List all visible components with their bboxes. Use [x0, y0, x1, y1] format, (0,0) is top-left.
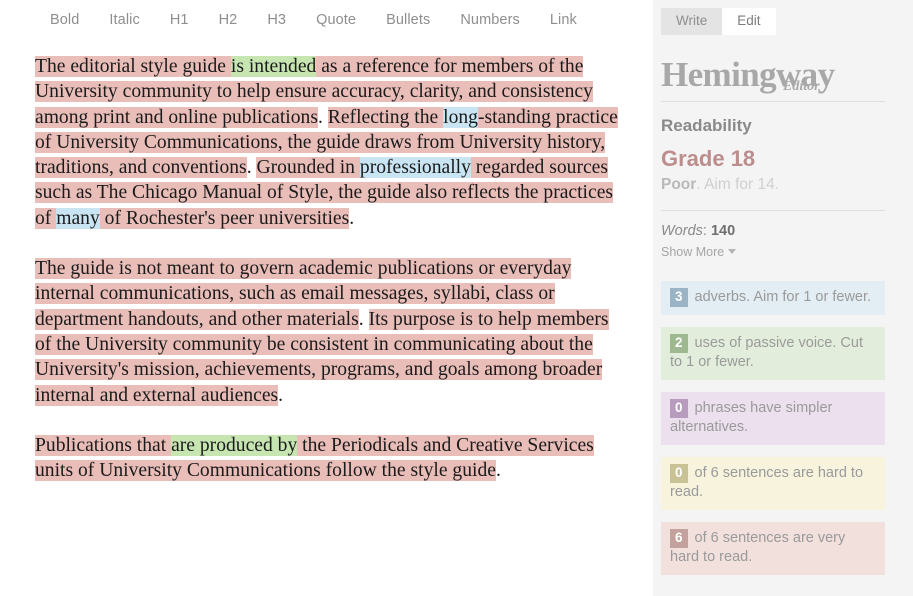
stat-count-adverbs: 3 — [670, 288, 688, 307]
word-count-value: 140 — [710, 223, 736, 239]
text-run: . — [349, 207, 355, 229]
highlight-hard: The editorial style guide — [35, 56, 231, 77]
stat-count-hard-sentences: 0 — [670, 464, 688, 483]
highlight-adverb: professionally — [359, 157, 471, 179]
readability-grade: Grade 18 — [661, 146, 756, 171]
stat-count-very-hard-sentences: 6 — [670, 529, 688, 548]
toolbar-button-numbers[interactable]: Numbers — [445, 0, 535, 40]
highlight-adverb: many — [56, 207, 100, 229]
tab-write[interactable]: Write — [661, 8, 723, 35]
stat-cards: 3 adverbs. Aim for 1 or fewer. 2 uses of … — [661, 281, 885, 575]
formatting-toolbar: Bold Italic H1 H2 H3 Quote Bullets Numbers Link — [0, 0, 653, 40]
editor-pane: Bold Italic H1 H2 H3 Quote Bullets Numbers Link … — [0, 0, 653, 596]
paragraph: The editorial style guide is intended as… — [35, 54, 618, 231]
stat-card-simpler-alternatives[interactable]: 0 phrases have simpler alternatives. — [661, 392, 885, 445]
highlight-adverb: long — [443, 106, 478, 128]
highlight-hard: Reflecting the — [327, 106, 444, 128]
readability-heading: Readability — [661, 116, 752, 135]
logo-subtitle: Editor — [783, 79, 820, 94]
highlight-hard: Grounded in — [256, 157, 360, 179]
word-count-label: Words — [661, 223, 703, 239]
mode-tabs: Write Edit — [661, 8, 885, 35]
hemingway-editor-app: Bold Italic H1 H2 H3 Quote Bullets Numbers Link … — [0, 0, 913, 596]
toolbar-button-quote[interactable]: Quote — [301, 0, 371, 40]
paragraph: The guide is not meant to govern academi… — [35, 256, 618, 408]
readability-aim: . Aim for 14. — [696, 176, 780, 193]
toolbar-button-h3[interactable]: H3 — [252, 0, 301, 40]
toolbar-button-bullets[interactable]: Bullets — [371, 0, 445, 40]
highlight-passive: is intended — [230, 56, 317, 77]
toolbar-button-h2[interactable]: H2 — [204, 0, 253, 40]
highlight-hard: of Rochester's peer universities — [99, 207, 350, 229]
stat-text-adverbs: adverbs. Aim for 1 or fewer. — [690, 289, 872, 305]
stat-card-very-hard-sentences[interactable]: 6 of 6 sentences are very hard to read. — [661, 522, 885, 575]
text-run: . — [278, 384, 284, 406]
hemingway-logo: Hemingway Editor — [661, 57, 885, 101]
toolbar-button-italic[interactable]: Italic — [94, 0, 154, 40]
highlight-passive: are produced by — [171, 434, 298, 456]
paragraph: Publications that are produced by the Pe… — [35, 433, 618, 484]
toolbar-button-h1[interactable]: H1 — [155, 0, 204, 40]
stat-card-passive-voice[interactable]: 2 uses of passive voice. Cut to 1 or few… — [661, 327, 885, 380]
text-run: . — [495, 460, 501, 482]
document-text[interactable]: The editorial style guide is intended as… — [0, 40, 653, 483]
stat-text-hard-sentences: of 6 sentences are hard to read. — [670, 465, 864, 500]
stat-text-very-hard-sentences: of 6 sentences are very hard to read. — [670, 530, 846, 565]
divider-top — [661, 101, 885, 102]
word-count: Words: 140 — [661, 223, 885, 239]
text-run: . — [317, 106, 328, 128]
stat-count-passive-voice: 2 — [670, 334, 688, 353]
readability-quality: Poor — [661, 176, 697, 193]
toolbar-button-link[interactable]: Link — [535, 0, 592, 40]
tab-edit[interactable]: Edit — [722, 8, 776, 35]
stat-card-adverbs[interactable]: 3 adverbs. Aim for 1 or fewer. — [661, 281, 885, 315]
highlight-hard: Publications that — [35, 434, 172, 456]
chevron-down-icon — [728, 249, 737, 254]
text-run: . — [246, 157, 257, 179]
divider-middle — [661, 210, 885, 211]
stat-count-simpler-alternatives: 0 — [670, 399, 688, 418]
readability-quality-note: Poor. Aim for 14. — [661, 175, 885, 194]
show-more-button[interactable]: Show More — [661, 245, 737, 259]
show-more-label: Show More — [661, 245, 725, 259]
sidebar: Write Edit Hemingway Editor Readability G… — [653, 0, 913, 596]
word-count-separator: : — [702, 223, 711, 239]
text-run: . — [358, 308, 369, 330]
stat-card-hard-sentences[interactable]: 0 of 6 sentences are hard to read. — [661, 457, 885, 510]
stat-text-simpler-alternatives: phrases have simpler alternatives. — [670, 400, 833, 435]
toolbar-button-bold[interactable]: Bold — [35, 0, 94, 40]
stat-text-passive-voice: uses of passive voice. Cut to 1 or fewer… — [670, 335, 863, 370]
